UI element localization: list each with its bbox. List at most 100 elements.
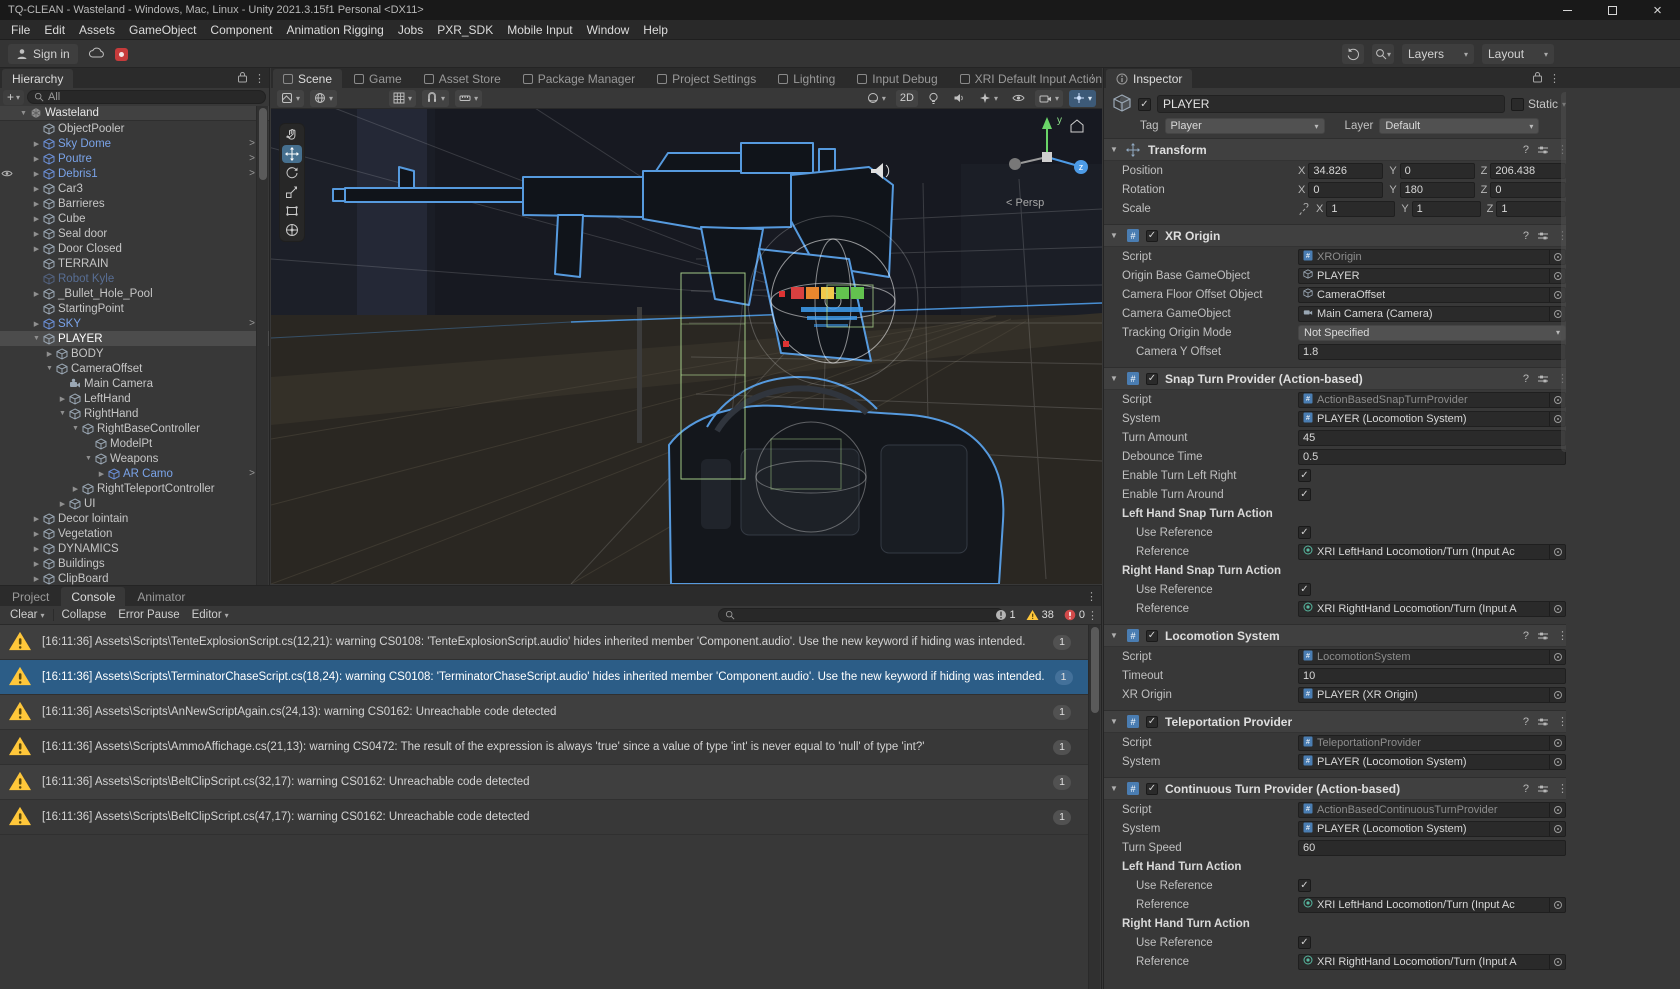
foldout-arrow-icon[interactable]: ▼ [1110, 374, 1120, 383]
foldout-arrow-icon[interactable]: ▶ [31, 290, 42, 298]
kebab-menu-icon[interactable]: ⋮ [1549, 72, 1560, 85]
rect-tool[interactable] [282, 202, 302, 220]
scene-lighting-toggle[interactable] [924, 90, 943, 107]
tab-package-manager[interactable]: Package Manager [513, 69, 645, 88]
component-header-transform[interactable]: ▼Transform?⋮ [1104, 139, 1574, 161]
foldout-arrow-icon[interactable]: ▼ [31, 335, 42, 342]
vector-field-y[interactable]: 180 [1400, 182, 1475, 198]
maximize-button[interactable] [1590, 0, 1635, 20]
kebab-icon[interactable]: ⋮ [1086, 590, 1097, 603]
text-field[interactable]: 1.8 [1298, 344, 1566, 360]
cloud-icon[interactable] [88, 46, 105, 62]
component-header-xr-origin[interactable]: ▼#✓XR Origin?⋮ [1104, 225, 1574, 247]
vector-field-x[interactable]: 34.826 [1308, 163, 1383, 179]
object-field[interactable]: #PLAYER (Locomotion System) [1298, 411, 1566, 427]
property-checkbox[interactable]: ✓ [1298, 488, 1311, 501]
foldout-arrow-icon[interactable]: ▶ [57, 395, 68, 403]
layout-dropdown[interactable]: Layout▾ [1482, 44, 1554, 64]
foldout-arrow-icon[interactable]: ▶ [31, 575, 42, 583]
presets-icon[interactable] [1537, 144, 1549, 156]
vector-field-x[interactable]: 1 [1326, 201, 1395, 217]
console-entry[interactable]: [16:11:36] Assets\Scripts\BeltClipScript… [0, 800, 1089, 835]
hierarchy-item-ui[interactable]: ▶UI [0, 496, 269, 511]
hierarchy-item-terrain[interactable]: TERRAIN [0, 256, 269, 271]
object-field[interactable]: #PLAYER (Locomotion System) [1298, 821, 1566, 837]
help-icon[interactable]: ? [1523, 630, 1529, 642]
foldout-arrow-icon[interactable]: ▶ [31, 545, 42, 553]
menu-animation-rigging[interactable]: Animation Rigging [279, 20, 390, 40]
object-picker-icon[interactable] [1549, 602, 1565, 616]
close-button[interactable]: × [1635, 0, 1680, 20]
gizmo-y-label[interactable]: y [1057, 115, 1062, 126]
toggle-2d-button[interactable]: 2D [896, 90, 918, 107]
property-checkbox[interactable]: ✓ [1298, 469, 1311, 482]
component-enabled-checkbox[interactable]: ✓ [1146, 783, 1158, 795]
dropdown-field[interactable]: Not Specified▾ [1298, 325, 1566, 341]
foldout-arrow-icon[interactable]: ▶ [31, 320, 42, 328]
open-prefab-chevron-icon[interactable]: > [249, 138, 255, 149]
foldout-arrow-icon[interactable]: ▶ [31, 245, 42, 253]
hierarchy-item-clipboard[interactable]: ▶ClipBoard [0, 571, 269, 585]
vector-field-z[interactable]: 1 [1496, 201, 1566, 217]
object-field[interactable]: #XROrigin [1298, 249, 1566, 265]
hierarchy-item-barrieres[interactable]: ▶Barrieres [0, 196, 269, 211]
hierarchy-item-vegetation[interactable]: ▶Vegetation [0, 526, 269, 541]
tab-project-settings[interactable]: Project Settings [647, 69, 766, 88]
tab-input-debug[interactable]: Input Debug [847, 69, 947, 88]
tab-hierarchy[interactable]: Hierarchy [2, 69, 73, 88]
object-field[interactable]: XRI RightHand Locomotion/Turn (Input A [1298, 601, 1566, 617]
scrollbar-thumb[interactable] [259, 108, 267, 180]
tab-scene[interactable]: Scene [273, 69, 342, 88]
menu-jobs[interactable]: Jobs [391, 20, 430, 40]
object-field[interactable]: #PLAYER (Locomotion System) [1298, 754, 1566, 770]
hierarchy-item-modelpt[interactable]: ModelPt [0, 436, 269, 451]
menu-file[interactable]: File [4, 20, 37, 40]
collapse-button[interactable]: Collapse [56, 607, 113, 624]
hierarchy-item-cameraoffset[interactable]: ▼CameraOffset [0, 361, 269, 376]
tab-lighting[interactable]: Lighting [768, 69, 845, 88]
hierarchy-item-cube[interactable]: ▶Cube [0, 211, 269, 226]
component-enabled-checkbox[interactable]: ✓ [1146, 630, 1158, 642]
hierarchy-item-player[interactable]: ▼PLAYER [0, 331, 269, 346]
foldout-arrow-icon[interactable]: ▶ [44, 350, 55, 358]
hierarchy-item-weapons[interactable]: ▼Weapons [0, 451, 269, 466]
shading-dropdown[interactable]: ▾ [863, 90, 890, 107]
open-prefab-chevron-icon[interactable]: > [249, 318, 255, 329]
menu-pxr-sdk[interactable]: PXR_SDK [430, 20, 500, 40]
scrollbar-thumb[interactable] [1091, 627, 1099, 713]
help-icon[interactable]: ? [1523, 144, 1529, 156]
console-entry[interactable]: [16:11:36] Assets\Scripts\AmmoAffichage.… [0, 730, 1089, 765]
kebab-icon[interactable]: ⋮ [1087, 72, 1098, 85]
presets-icon[interactable] [1537, 716, 1549, 728]
hierarchy-item-wasteland[interactable]: ▼Wasteland⋮ [0, 106, 269, 121]
object-field[interactable]: XRI LeftHand Locomotion/Turn (Input Ac [1298, 544, 1566, 560]
component-header-continuous-turn-provider-action-based[interactable]: ▼#✓Continuous Turn Provider (Action-base… [1104, 778, 1574, 800]
object-field[interactable]: Main Camera (Camera) [1298, 306, 1566, 322]
object-picker-icon[interactable] [1549, 736, 1565, 750]
menu-assets[interactable]: Assets [72, 20, 122, 40]
hierarchy-item-bullet-hole-pool[interactable]: ▶_Bullet_Hole_Pool [0, 286, 269, 301]
foldout-arrow-icon[interactable]: ▶ [31, 530, 42, 538]
object-field[interactable]: XRI RightHand Locomotion/Turn (Input A [1298, 954, 1566, 970]
foldout-arrow-icon[interactable]: ▶ [31, 185, 42, 193]
foldout-arrow-icon[interactable]: ▼ [1110, 231, 1120, 240]
hierarchy-item-robot-kyle[interactable]: Robot Kyle [0, 271, 269, 286]
tab-console[interactable]: Console [61, 587, 125, 606]
foldout-arrow-icon[interactable]: ▶ [31, 170, 42, 178]
rotate-tool[interactable] [282, 164, 302, 182]
visibility-eye-icon[interactable] [1, 169, 13, 181]
help-icon[interactable]: ? [1523, 783, 1529, 795]
warning-count-toggle[interactable]: 38 [1026, 609, 1054, 621]
foldout-arrow-icon[interactable]: ▼ [83, 455, 94, 462]
foldout-arrow-icon[interactable]: ▶ [96, 470, 107, 478]
foldout-arrow-icon[interactable]: ▼ [44, 365, 55, 372]
sign-in-button[interactable]: Sign in [8, 44, 78, 64]
gameobject-active-checkbox[interactable]: ✓ [1138, 98, 1151, 111]
text-field[interactable]: 0.5 [1298, 449, 1566, 465]
help-icon[interactable]: ? [1523, 230, 1529, 242]
hierarchy-item-righthand[interactable]: ▼RightHand [0, 406, 269, 421]
object-picker-icon[interactable] [1549, 822, 1565, 836]
presets-icon[interactable] [1537, 630, 1549, 642]
object-picker-icon[interactable] [1549, 755, 1565, 769]
undo-history-button[interactable] [1342, 44, 1364, 64]
